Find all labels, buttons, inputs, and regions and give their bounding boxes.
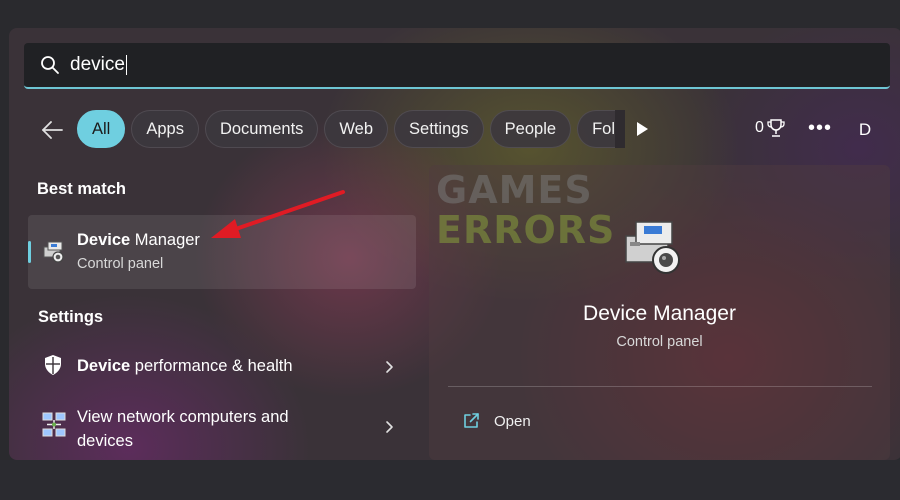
watermark-line2: ERRORS xyxy=(436,208,616,252)
chevron-right-icon xyxy=(386,421,393,433)
scroll-filters-button[interactable] xyxy=(630,118,654,140)
device-manager-large-icon xyxy=(625,221,680,274)
chips-overflow-fade xyxy=(615,110,625,148)
settings-item-title-line2: devices xyxy=(77,432,133,450)
filter-chip-documents[interactable]: Documents xyxy=(204,110,319,148)
selection-indicator xyxy=(28,241,31,263)
back-button[interactable] xyxy=(38,116,66,144)
rewards-count: 0 xyxy=(755,119,764,136)
play-icon xyxy=(637,122,648,136)
settings-item-view-network[interactable]: View network computers and devices xyxy=(28,398,416,456)
best-match-subtitle: Control panel xyxy=(77,256,164,272)
open-label: Open xyxy=(494,412,531,430)
settings-item-title: View network computers and xyxy=(77,408,289,426)
network-computers-icon xyxy=(42,412,66,437)
best-match-heading: Best match xyxy=(37,180,126,198)
settings-item-title: Device performance & health xyxy=(77,357,293,375)
device-manager-icon xyxy=(43,241,64,263)
open-external-icon xyxy=(464,413,479,428)
search-icon xyxy=(41,56,59,74)
search-input[interactable]: device xyxy=(70,54,127,76)
account-avatar[interactable]: D xyxy=(850,115,880,145)
search-box[interactable]: device xyxy=(24,43,890,89)
arrow-left-icon xyxy=(42,121,63,139)
watermark-logo: GAMES ERRORS xyxy=(436,170,615,250)
filter-chip-folders[interactable]: Folde xyxy=(577,110,617,148)
details-subtitle: Control panel xyxy=(616,334,703,350)
details-divider xyxy=(448,386,872,387)
text-caret xyxy=(125,54,127,75)
settings-item-device-performance[interactable]: Device performance & health xyxy=(28,340,416,390)
details-title: Device Manager xyxy=(583,302,736,325)
trophy-icon xyxy=(767,119,785,137)
best-match-device-manager[interactable]: Device Manager Control panel xyxy=(28,215,416,289)
filter-chips: All Apps Documents Web Settings People F… xyxy=(77,110,617,148)
settings-heading: Settings xyxy=(38,308,104,326)
more-options-button[interactable]: ••• xyxy=(808,118,832,138)
filter-chip-apps[interactable]: Apps xyxy=(131,110,199,148)
filter-chip-all[interactable]: All xyxy=(77,110,126,148)
best-match-title: Device Manager xyxy=(77,231,200,249)
chevron-right-icon xyxy=(386,361,393,373)
taskbar-strip xyxy=(0,460,900,500)
open-button[interactable]: Open xyxy=(462,412,531,430)
filter-chip-people[interactable]: People xyxy=(489,110,572,148)
rewards-button[interactable]: 0 xyxy=(755,118,785,138)
filter-chip-web[interactable]: Web xyxy=(324,110,389,148)
watermark-line1: GAMES xyxy=(436,168,593,212)
filter-chip-settings[interactable]: Settings xyxy=(394,110,484,148)
shield-icon xyxy=(45,355,61,375)
